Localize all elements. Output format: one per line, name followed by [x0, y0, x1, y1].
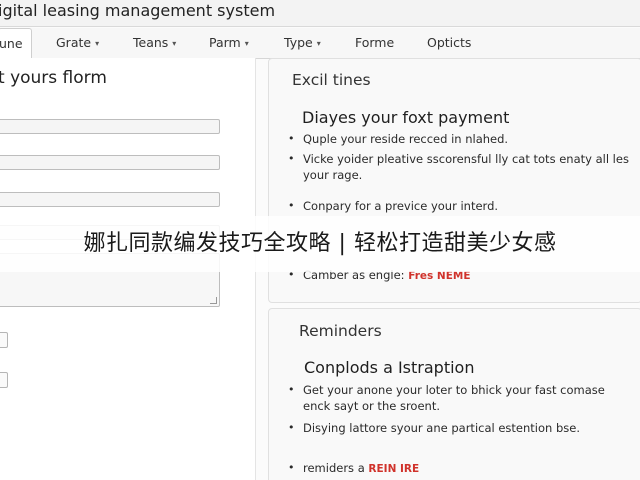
nav-item-type[interactable]: Type ▾: [284, 28, 321, 58]
reminders-card: Reminders Conplods a Istraption Get your…: [268, 308, 640, 480]
resize-grip-icon[interactable]: [210, 297, 217, 304]
nav-item-forme[interactable]: Forme: [355, 28, 394, 58]
card-subtitle: Conplods a Istraption: [304, 358, 475, 377]
list-item: Get your anone your loter to bhick your …: [288, 382, 629, 414]
highlight-text: REIN IRE: [368, 463, 420, 475]
card-subtitle: Diayes your foxt payment: [302, 108, 510, 127]
list-item: Vicke yoider pleative sscorensful lly ca…: [288, 151, 629, 183]
checkbox-1[interactable]: [0, 332, 8, 348]
chevron-down-icon: ▾: [95, 39, 100, 48]
nav-item-label: Parm: [209, 35, 241, 50]
nav-item-opticts[interactable]: Opticts: [427, 28, 471, 58]
text-field-1[interactable]: [0, 119, 220, 134]
list-item: Conpary for a previce your interd.: [288, 198, 629, 214]
nav-item-label: Forme: [355, 35, 395, 50]
list-item: Disying lattore syour ane partical esten…: [288, 420, 629, 436]
app-title: igital leasing management system: [0, 1, 276, 20]
chevron-down-icon: ▾: [172, 39, 177, 48]
card-title: Reminders: [299, 322, 382, 340]
nav-item-label: Teans: [133, 35, 169, 50]
list-item: Quple your reside recced in nlahed.: [288, 131, 629, 147]
nav-item-home[interactable]: une: [0, 28, 32, 60]
nav-item-grate[interactable]: Grate ▾: [56, 28, 99, 58]
video-caption: 娜扎同款编发技巧全攻略 | 轻松打造甜美少女感: [0, 216, 640, 272]
nav-item-label: une: [0, 36, 23, 51]
title-bar: igital leasing management system: [0, 0, 640, 27]
chevron-down-icon: ▾: [316, 39, 321, 48]
card-title: Excil tines: [292, 71, 371, 89]
nav-item-parm[interactable]: Parm ▾: [209, 28, 249, 58]
text-field-3[interactable]: [0, 192, 220, 207]
main-nav: une Grate ▾ Teans ▾ Parm ▾ Type ▾ Forme Opti…: [0, 28, 640, 60]
chevron-down-icon: ▾: [244, 39, 249, 48]
form-heading: t yours florm: [0, 68, 107, 88]
list-item-text: remiders a: [303, 461, 369, 475]
checkbox-2[interactable]: [0, 372, 8, 388]
list-item: remiders a REIN IRE: [288, 460, 629, 477]
nav-item-teans[interactable]: Teans ▾: [133, 28, 176, 58]
nav-item-label: Opticts: [427, 35, 472, 50]
text-field-2[interactable]: [0, 155, 220, 170]
nav-item-label: Type: [284, 35, 313, 50]
app-window: igital leasing management system une Gra…: [0, 0, 640, 480]
nav-item-label: Grate: [56, 35, 92, 50]
